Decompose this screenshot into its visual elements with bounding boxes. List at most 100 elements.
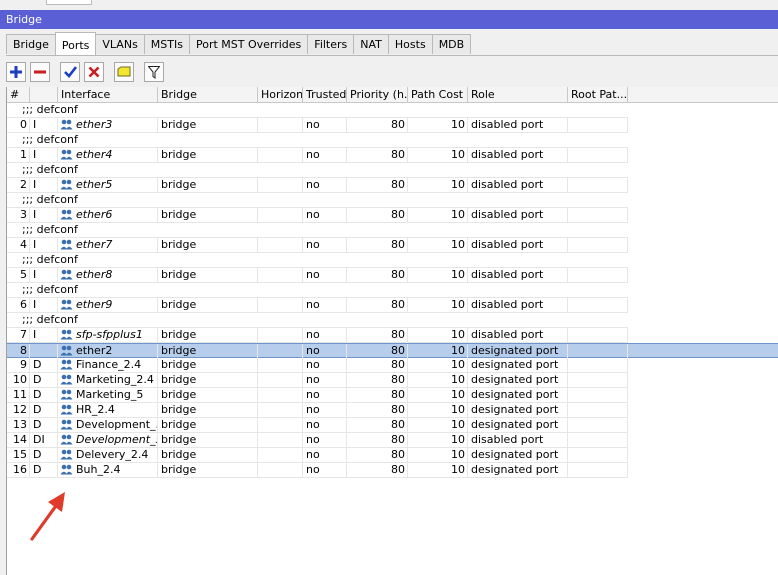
col-root-path[interactable]: Root Pat... (568, 87, 628, 102)
table-row[interactable]: 11 D Marketing_5 bridge no 80 10 designated por… (7, 388, 628, 403)
tab-ports[interactable]: Ports (54, 32, 97, 55)
cell-role: disabled port (468, 208, 568, 222)
top-field[interactable] (46, 0, 92, 5)
table-row[interactable]: 4 Iether7 bridge no 80 10 disabled port (7, 238, 628, 253)
cell-path-cost: 10 (408, 118, 468, 132)
tab-nat[interactable]: NAT (353, 34, 389, 54)
comment-icon (117, 66, 131, 77)
interface-icon (60, 119, 73, 130)
tab-port-mst-overrides[interactable]: Port MST Overrides (188, 34, 309, 54)
comment-row[interactable]: ;;; defconf (7, 253, 628, 268)
cell-num: 0 (7, 118, 30, 132)
table-row[interactable]: 10 D Marketing_2.4 bridge no 80 10 designated p… (7, 373, 628, 388)
table-row[interactable]: 9 D Finance_2.4 bridge no 80 10 designated port (7, 358, 628, 373)
remove-button[interactable] (30, 62, 50, 82)
tab-vlans[interactable]: VLANs (95, 34, 145, 54)
col-num[interactable]: # (7, 87, 30, 102)
col-role[interactable]: Role (468, 87, 568, 102)
table-row[interactable]: 0 Iether3 bridge no 80 10 disabled port (7, 118, 628, 133)
comment-row[interactable]: ;;; defconf (7, 223, 628, 238)
col-priority[interactable]: Priority (h... (347, 87, 408, 102)
interface-icon (60, 359, 73, 370)
table-row[interactable]: 7 Isfp-sfpplus1 bridge no 80 10 disabled port (7, 328, 628, 343)
cell-bridge: bridge (158, 238, 258, 252)
cell-horizon (258, 238, 303, 252)
check-icon (63, 66, 77, 78)
table-row[interactable]: 14 DI Development_5 bridge no 80 10 disabled po… (7, 433, 628, 448)
cell-num: 15 (7, 448, 30, 462)
cell-priority: 80 (347, 448, 408, 462)
comment-button[interactable] (114, 62, 134, 82)
comment-row[interactable]: ;;; defconf (7, 193, 628, 208)
col-bridge[interactable]: Bridge (158, 87, 258, 102)
cell-num: 10 (7, 373, 30, 387)
col-interface[interactable]: Interface (58, 87, 158, 102)
cell-path-cost: 10 (408, 358, 468, 372)
add-button[interactable] (6, 62, 26, 82)
table-row[interactable]: 13 D Development_... bridge no 80 10 designated… (7, 418, 628, 433)
tab-hosts[interactable]: Hosts (387, 34, 433, 54)
comment-row[interactable]: ;;; defconf (7, 133, 628, 148)
cell-priority: 80 (347, 208, 408, 222)
cell-role: designated port (468, 463, 568, 477)
cell-num: 11 (7, 388, 30, 402)
table-row[interactable]: 12 D HR_2.4 bridge no 80 10 designated port (7, 403, 628, 418)
cell-role: designated port (468, 344, 568, 358)
cell-trusted: no (303, 403, 347, 417)
tab-mdb[interactable]: MDB (431, 34, 472, 54)
tab-filters[interactable]: Filters (307, 34, 355, 54)
table-row[interactable]: 1 Iether4 bridge no 80 10 disabled port (7, 148, 628, 163)
cell-flags: D (30, 388, 58, 402)
tab-bridge[interactable]: Bridge (6, 34, 56, 54)
cell-horizon (258, 358, 303, 372)
comment-row[interactable]: ;;; defconf (7, 103, 628, 118)
comment-row[interactable]: ;;; defconf (7, 283, 628, 298)
row-comment: ;;; defconf (22, 283, 78, 296)
interface-name: ether7 (76, 238, 113, 251)
cell-horizon (258, 344, 303, 358)
cell-horizon (258, 418, 303, 432)
cell-interface: Marketing_2.4 (58, 373, 158, 387)
table-row[interactable]: 5 Iether8 bridge no 80 10 disabled port (7, 268, 628, 283)
toolbar (6, 59, 168, 85)
cell-path-cost: 10 (408, 463, 468, 477)
cell-root-path (568, 433, 628, 447)
cell-trusted: no (303, 448, 347, 462)
interface-icon (60, 149, 73, 160)
cell-root-path (568, 208, 628, 222)
tab-bar: Bridge Ports VLANs MSTIs Port MST Overri… (6, 32, 472, 56)
cell-path-cost: 10 (408, 373, 468, 387)
disable-button[interactable] (84, 62, 104, 82)
cell-root-path (568, 268, 628, 282)
comment-row[interactable]: ;;; defconf (7, 163, 628, 178)
table-row[interactable]: 6 Iether9 bridge no 80 10 disabled port (7, 298, 628, 313)
cell-role: disabled port (468, 178, 568, 192)
tab-mstis[interactable]: MSTIs (143, 34, 190, 54)
col-path-cost[interactable]: Path Cost (408, 87, 468, 102)
enable-button[interactable] (60, 62, 80, 82)
table-row[interactable]: 16 D Buh_2.4 bridge no 80 10 designated port (7, 463, 628, 478)
cell-priority: 80 (347, 298, 408, 312)
cell-horizon (258, 463, 303, 477)
interface-name: ether3 (76, 118, 113, 131)
table-row[interactable]: 2 Iether5 bridge no 80 10 disabled port (7, 178, 628, 193)
cell-trusted: no (303, 433, 347, 447)
col-horizon[interactable]: Horizon (258, 87, 303, 102)
filter-button[interactable] (144, 62, 164, 82)
cell-role: designated port (468, 358, 568, 372)
cell-role: disabled port (468, 148, 568, 162)
cell-trusted: no (303, 418, 347, 432)
cell-flags: D (30, 463, 58, 477)
cell-trusted: no (303, 388, 347, 402)
cell-priority: 80 (347, 118, 408, 132)
comment-row[interactable]: ;;; defconf (7, 313, 628, 328)
col-flags[interactable] (30, 87, 58, 102)
cell-interface: ether3 (58, 118, 158, 132)
cell-num: 3 (7, 208, 30, 222)
table-row[interactable]: 3 Iether6 bridge no 80 10 disabled port (7, 208, 628, 223)
table-row[interactable]: 15 D Delevery_2.4 bridge no 80 10 designated po… (7, 448, 628, 463)
col-trusted[interactable]: Trusted (303, 87, 347, 102)
cell-priority: 80 (347, 463, 408, 477)
table-row-selected[interactable]: 8 ether2 bridge no 80 10 designated port (7, 343, 778, 358)
cell-interface: ether2 (58, 344, 158, 358)
